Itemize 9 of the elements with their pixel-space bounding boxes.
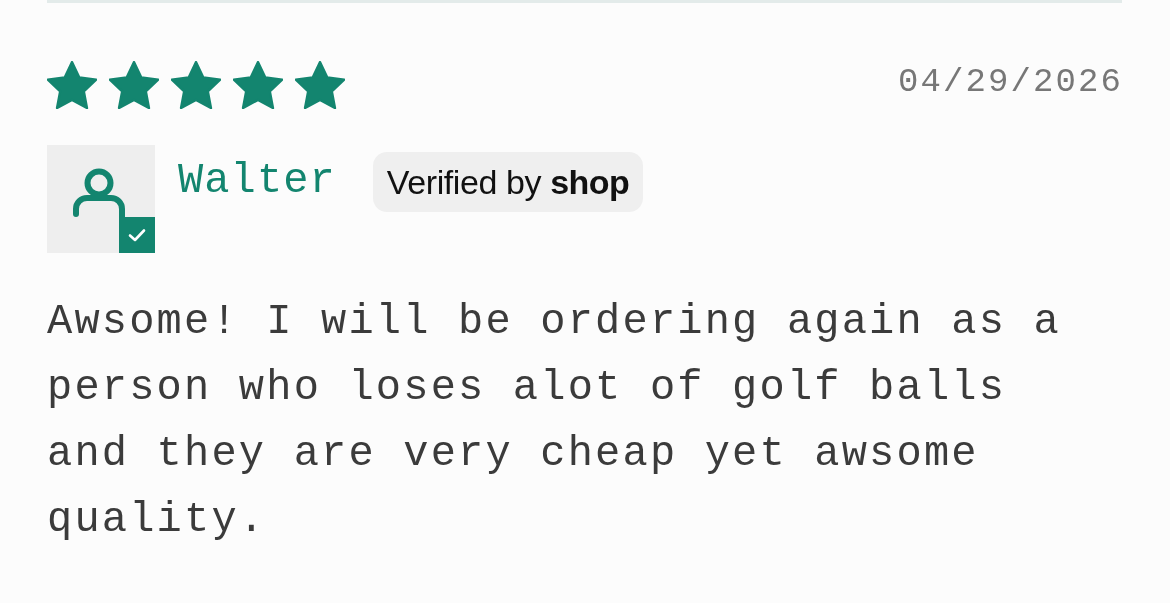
review-text: Awsome! I will be ordering again as a person who loses alot of golf balls and they are very cheap yet awsome quality. (47, 297, 1062, 546)
star-icon (47, 61, 97, 109)
verified-badge: Verified by shop (372, 152, 644, 212)
review-date: 04/29/2026 (897, 62, 1123, 102)
star-icon (233, 61, 283, 109)
star-icon (171, 61, 221, 109)
reviewer-name: Walter (178, 157, 336, 205)
star-icon (295, 61, 345, 109)
star-icon (109, 61, 159, 109)
